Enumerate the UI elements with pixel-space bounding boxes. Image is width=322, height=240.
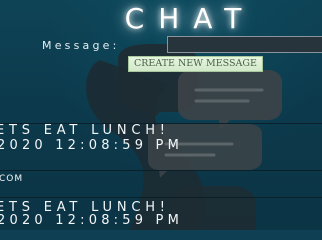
message-sender: COM [0,174,24,184]
message-label: Message: [42,39,120,52]
create-message-button[interactable]: CREATE NEW MESSAGE [128,56,263,72]
message-text: ETS EAT LUNCH! [0,123,170,138]
page-title: CHAT [124,2,256,35]
message-list: ETS EAT LUNCH! 2020 12:08:59 PM [0,123,322,170]
message-item: ETS EAT LUNCH! 2020 12:08:59 PM [0,197,322,230]
message-timestamp: 2020 12:08:59 PM [0,138,183,153]
message-divider [0,170,322,171]
chat-app: CHAT Message: CREATE NEW MESSAGE ETS EAT… [0,0,322,230]
message-item: ETS EAT LUNCH! 2020 12:08:59 PM [0,123,322,170]
message-timestamp: 2020 12:08:59 PM [0,213,183,228]
message-input[interactable] [167,36,322,53]
